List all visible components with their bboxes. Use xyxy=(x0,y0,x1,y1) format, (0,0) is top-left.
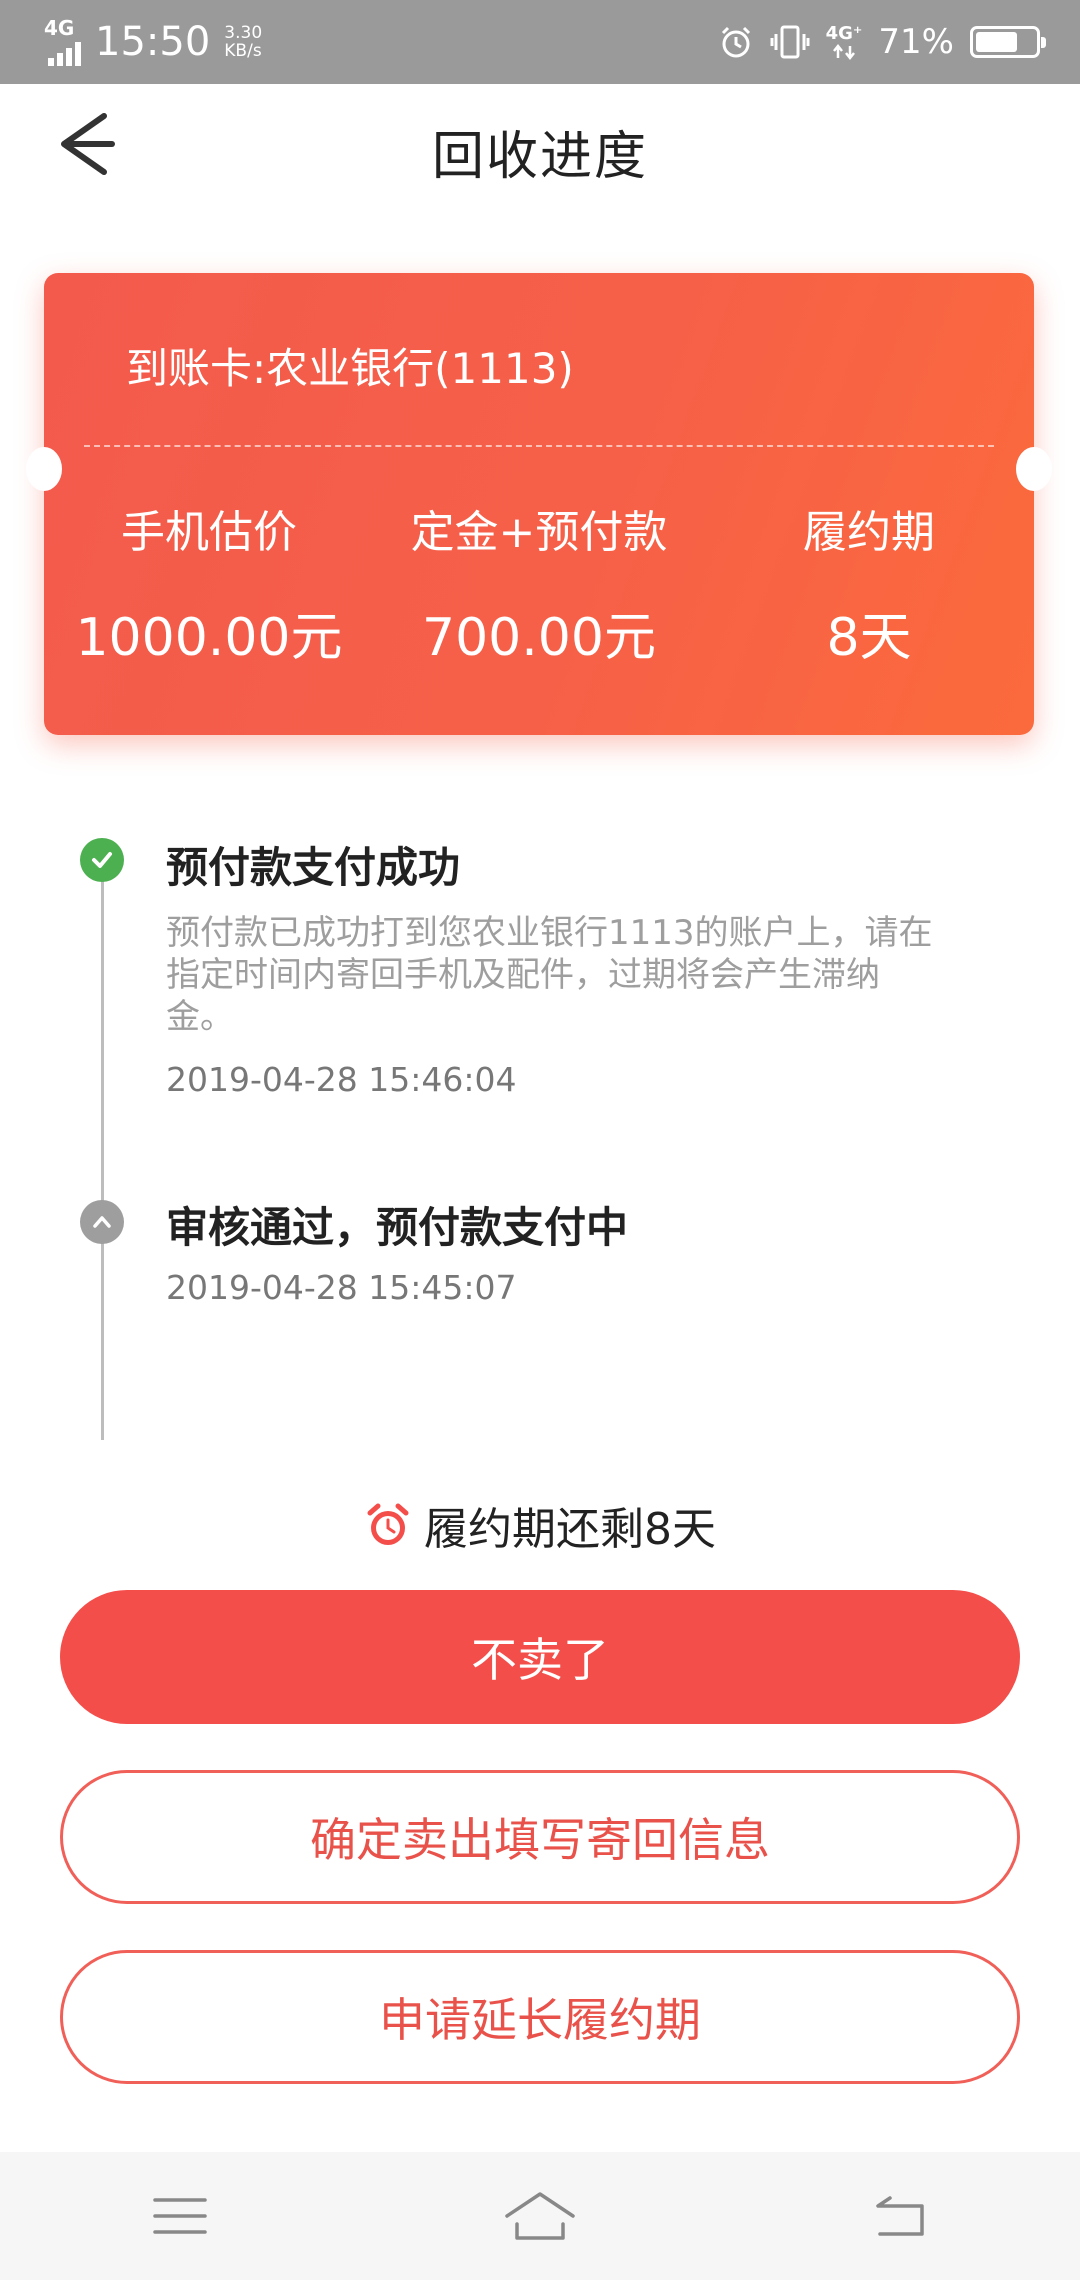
confirm-sale-label: 确定卖出填写寄回信息 xyxy=(310,1813,770,1867)
network-speed: 3.30 KB/s xyxy=(224,24,262,60)
chevron-up-icon xyxy=(93,1216,111,1228)
header: 回收进度 xyxy=(0,84,1080,204)
card-divider xyxy=(84,445,994,447)
term-countdown: 履约期还剩8天 xyxy=(0,1490,1080,1560)
app-screen: 4G 15:50 3.30 KB/s 4G⁺ 71% 回收进度 到账卡:农业银行… xyxy=(0,0,1080,2280)
estimate-label: 手机估价 xyxy=(121,507,297,558)
step-time: 2019-04-28 15:45:07 xyxy=(166,1268,517,1307)
back-nav-button[interactable] xyxy=(840,2166,960,2266)
extend-term-button[interactable]: 申请延长履约期 xyxy=(60,1950,1020,2084)
deposit-value: 700.00元 xyxy=(422,608,656,668)
progress-timeline: 预付款支付成功 预付款已成功打到您农业银行1113的账户上，请在指定时间内寄回手… xyxy=(0,820,1080,1440)
check-icon xyxy=(92,852,112,868)
return-icon xyxy=(876,2196,924,2236)
countdown-text: 履约期还剩8天 xyxy=(424,1504,716,1555)
step-title: 审核通过，预付款支付中 xyxy=(166,1203,629,1252)
confirm-sale-button[interactable]: 确定卖出填写寄回信息 xyxy=(60,1770,1020,1904)
deposit-column: 定金+预付款 700.00元 xyxy=(374,505,704,673)
term-label: 履约期 xyxy=(803,507,935,558)
status-left: 4G 15:50 3.30 KB/s xyxy=(44,14,262,70)
speed-unit: KB/s xyxy=(224,41,262,61)
speed-value: 3.30 xyxy=(224,23,263,43)
network-type: 4G xyxy=(44,16,75,40)
battery-fill xyxy=(976,32,1018,52)
menu-button[interactable] xyxy=(120,2166,240,2266)
bank-card-label: 到账卡:农业银行(1113) xyxy=(126,344,574,393)
step-time: 2019-04-28 15:46:04 xyxy=(166,1060,517,1099)
step-done-icon xyxy=(80,838,124,882)
term-column: 履约期 8天 xyxy=(704,505,1034,673)
step-pending-icon xyxy=(80,1200,124,1244)
page-title: 回收进度 xyxy=(431,127,648,187)
alarm-icon xyxy=(721,26,750,58)
extend-term-label: 申请延长履约期 xyxy=(379,1993,701,2047)
step-title: 预付款支付成功 xyxy=(166,843,461,892)
mobile-data-group: 4G⁺ xyxy=(825,23,863,60)
step-description: 预付款已成功打到您农业银行1113的账户上，请在指定时间内寄回手机及配件，过期将… xyxy=(166,913,933,1037)
card-notch-left xyxy=(26,447,62,491)
timeline-line xyxy=(101,860,104,1440)
status-right: 4G⁺ 71% xyxy=(718,14,1046,70)
data-arrows-icon xyxy=(833,44,855,60)
battery-icon xyxy=(970,26,1046,58)
system-nav-bar xyxy=(0,2152,1080,2280)
network-type-right: 4G⁺ xyxy=(825,23,863,44)
signal-group: 4G xyxy=(44,18,81,66)
home-button[interactable] xyxy=(480,2166,600,2266)
summary-card: 到账卡:农业银行(1113) 手机估价 1000.00元 定金+预付款 700.… xyxy=(26,273,1052,735)
menu-icon xyxy=(153,2198,207,2234)
estimate-value: 1000.00元 xyxy=(75,608,343,668)
status-bar: 4G 15:50 3.30 KB/s 4G⁺ 71% xyxy=(0,0,1080,84)
battery-percent: 71% xyxy=(878,22,954,62)
term-value: 8天 xyxy=(826,608,912,668)
alarm-clock-icon xyxy=(367,1503,409,1545)
clock: 15:50 xyxy=(95,19,211,65)
cancel-sale-label: 不卖了 xyxy=(471,1633,609,1687)
vibrate-icon xyxy=(770,25,810,59)
estimate-column: 手机估价 1000.00元 xyxy=(44,505,374,673)
deposit-label: 定金+预付款 xyxy=(410,507,668,558)
home-icon xyxy=(505,2192,575,2240)
cancel-sale-button[interactable]: 不卖了 xyxy=(60,1590,1020,1724)
signal-icon xyxy=(48,38,81,66)
card-notch-right xyxy=(1016,447,1052,491)
